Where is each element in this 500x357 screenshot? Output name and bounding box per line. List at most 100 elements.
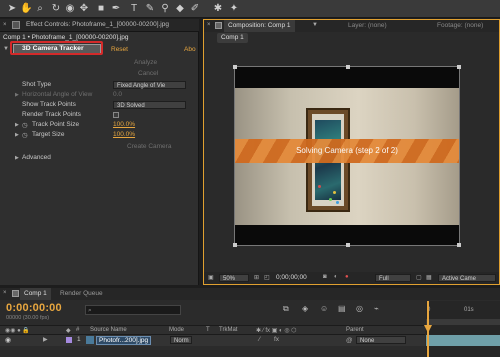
target-size-label: Target Size xyxy=(32,131,65,138)
corner-handle[interactable] xyxy=(346,65,350,69)
highlight-box xyxy=(10,41,103,55)
frame-blending-icon[interactable]: ▤ xyxy=(338,304,346,313)
draft-3d-icon[interactable]: ◈ xyxy=(302,304,308,313)
always-preview-icon[interactable]: ▣ xyxy=(208,274,214,281)
track-point-size-label: Track Point Size xyxy=(32,121,80,128)
mask-icon[interactable]: ◰ xyxy=(264,274,270,281)
close-tab-icon[interactable]: × xyxy=(3,290,7,296)
show-snapshot-icon[interactable]: ◐ xyxy=(334,274,338,280)
comp-viewer[interactable]: Solving Camera (step 2 of 2) xyxy=(233,65,461,247)
puppet-pin-tool-icon[interactable]: ✱ xyxy=(212,3,224,15)
show-track-points-dropdown[interactable]: 3D Solved xyxy=(113,101,186,109)
target-size-value[interactable]: 100.0% xyxy=(113,130,135,140)
camera-view-dropdown[interactable]: Active Came xyxy=(438,274,496,282)
corner-handle[interactable] xyxy=(233,243,237,247)
viewer-toolbar: ▣ 50% ⊞ ◰ 0;00;00;00 ◙ ◐ ● Full ▢ ▦ Acti… xyxy=(204,272,499,284)
graph-editor-icon[interactable]: ⌁ xyxy=(374,304,379,313)
rotate-tool-icon[interactable]: ↻ xyxy=(50,3,62,15)
zoom-tool-icon[interactable]: ⌕ xyxy=(34,3,46,15)
layer-name[interactable]: Photofr...200].jpg xyxy=(96,336,152,345)
layer-column-header: ◉◉ ● 🔒 ◆ # Source Name Mode T TrkMat ✱ ⁄… xyxy=(0,325,425,335)
parent-dropdown[interactable]: None xyxy=(356,336,406,344)
visibility-eye-icon[interactable]: ◉ xyxy=(5,336,11,344)
region-of-interest-icon[interactable]: ▢ xyxy=(416,274,422,281)
av-features-icon[interactable]: ◉◉ ● 🔒 xyxy=(5,327,30,334)
footage-icon xyxy=(86,336,94,344)
comp-lock-icon xyxy=(215,22,222,29)
pan-behind-tool-icon[interactable]: ✥ xyxy=(78,3,90,15)
hide-shy-layers-icon[interactable]: ☺ xyxy=(320,304,328,313)
layer-row[interactable]: ◉ ▶ 1 Photofr...200].jpg Norm ⁄ fx @ Non… xyxy=(0,335,425,346)
grid-icon[interactable]: ⊞ xyxy=(254,274,259,281)
effect-controls-tab[interactable]: Effect Controls: Photoframe_1_[00000-002… xyxy=(22,19,173,31)
corner-handle[interactable] xyxy=(233,65,237,69)
work-area-bar[interactable] xyxy=(426,319,500,325)
type-tool-icon[interactable]: T xyxy=(128,3,140,15)
zoom-dropdown[interactable]: 50% xyxy=(219,274,249,282)
advanced-label[interactable]: Advanced xyxy=(0,153,199,163)
col-mode: Mode xyxy=(169,327,185,333)
brush-tool-icon[interactable]: ✎ xyxy=(144,3,156,15)
hand-tool-icon[interactable]: ✋ xyxy=(20,3,32,15)
tab-menu-icon[interactable]: ▼ xyxy=(312,22,318,28)
timeline-tab-bar: × Comp 1 Render Queue xyxy=(0,288,500,300)
ruler-label-1: 01s xyxy=(464,307,474,313)
create-camera-button[interactable]: Create Camera xyxy=(127,142,171,152)
shot-type-dropdown[interactable]: Fixed Angle of Vie xyxy=(113,81,186,89)
reset-link[interactable]: Reset xyxy=(111,46,128,53)
transparency-grid-icon[interactable]: ▦ xyxy=(426,274,432,281)
composition-tab[interactable]: Composition: Comp 1 xyxy=(224,20,295,32)
track-point xyxy=(336,201,339,204)
comp-timeline-tab[interactable]: Comp 1 xyxy=(20,288,51,300)
track-point-size-value[interactable]: 100.0% xyxy=(113,120,135,130)
camera-tool-icon[interactable]: ◉ xyxy=(64,3,76,15)
render-queue-tab[interactable]: Render Queue xyxy=(56,288,107,300)
col-source-name[interactable]: Source Name xyxy=(90,327,127,333)
resolution-dropdown[interactable]: Full xyxy=(375,274,411,282)
close-tab-icon[interactable]: × xyxy=(207,22,213,28)
layer-expand-icon[interactable]: ▶ xyxy=(43,336,48,343)
timeline-timecode[interactable]: 0:00:00:00 xyxy=(6,302,62,314)
col-number: # xyxy=(76,327,80,333)
roto-brush-tool-icon[interactable]: ✐ xyxy=(189,3,201,15)
time-ruler-area[interactable]: 0 01s xyxy=(424,301,500,357)
footage-tab[interactable]: Footage: (none) xyxy=(433,20,487,32)
selection-tool-icon[interactable]: ➤ xyxy=(6,3,18,15)
tools-toolbar: ➤ ✋ ⌕ ↻ ◉ ✥ ■ ✒ T ✎ ⚲ ◆ ✐ ✱ ✦ xyxy=(0,0,500,18)
rectangle-tool-icon[interactable]: ■ xyxy=(95,3,107,15)
motion-blur-icon[interactable]: ◎ xyxy=(356,304,363,313)
composition-tab-bar: × Composition: Comp 1 ▼ Layer: (none) Fo… xyxy=(204,20,499,32)
layer-mode-dropdown[interactable]: Norm xyxy=(170,336,192,344)
about-link[interactable]: Abo xyxy=(184,46,196,53)
corner-handle[interactable] xyxy=(346,243,350,247)
cancel-button[interactable]: Cancel xyxy=(138,70,158,77)
label-icon[interactable]: ◆ xyxy=(66,327,71,334)
track-point xyxy=(329,198,332,201)
pickwhip-icon[interactable]: @ xyxy=(346,337,353,344)
clone-stamp-tool-icon[interactable]: ⚲ xyxy=(159,3,171,15)
puppet-overlap-tool-icon[interactable]: ✦ xyxy=(228,3,240,15)
layer-fx-icon[interactable]: fx xyxy=(274,336,279,343)
corner-handle[interactable] xyxy=(457,65,461,69)
layer-tab[interactable]: Layer: (none) xyxy=(344,20,391,32)
timeline-search-input[interactable]: ⌕ xyxy=(85,305,181,315)
viewer-timecode[interactable]: 0;00;00;00 xyxy=(276,273,307,282)
playhead-icon[interactable] xyxy=(424,325,432,333)
eraser-tool-icon[interactable]: ◆ xyxy=(174,3,186,15)
analyze-button[interactable]: Analyze xyxy=(134,59,157,66)
effect-controls-icon xyxy=(12,21,20,29)
snapshot-icon[interactable]: ◙ xyxy=(323,274,327,280)
effect-controls-tab-bar: × Effect Controls: Photoframe_1_[00000-0… xyxy=(0,19,199,32)
channel-icon[interactable]: ● xyxy=(345,274,349,280)
comp-sub-tab[interactable]: Comp 1 xyxy=(217,33,248,43)
corner-handle[interactable] xyxy=(457,243,461,247)
switches-icon: ✱ ⁄ fx ▣ ◐ ◎ ⬡ xyxy=(256,328,297,334)
pen-tool-icon[interactable]: ✒ xyxy=(110,3,122,15)
layer-label-color[interactable] xyxy=(66,337,72,343)
render-track-points-checkbox[interactable] xyxy=(113,112,119,118)
close-tab-icon[interactable]: × xyxy=(3,22,9,28)
comp-mini-flowchart-icon[interactable]: ⧉ xyxy=(283,304,289,314)
layer-switch-icon[interactable]: ⁄ xyxy=(259,336,260,343)
layer-duration-bar[interactable] xyxy=(426,335,500,346)
horizontal-angle-value[interactable]: 0.0 xyxy=(113,90,122,100)
